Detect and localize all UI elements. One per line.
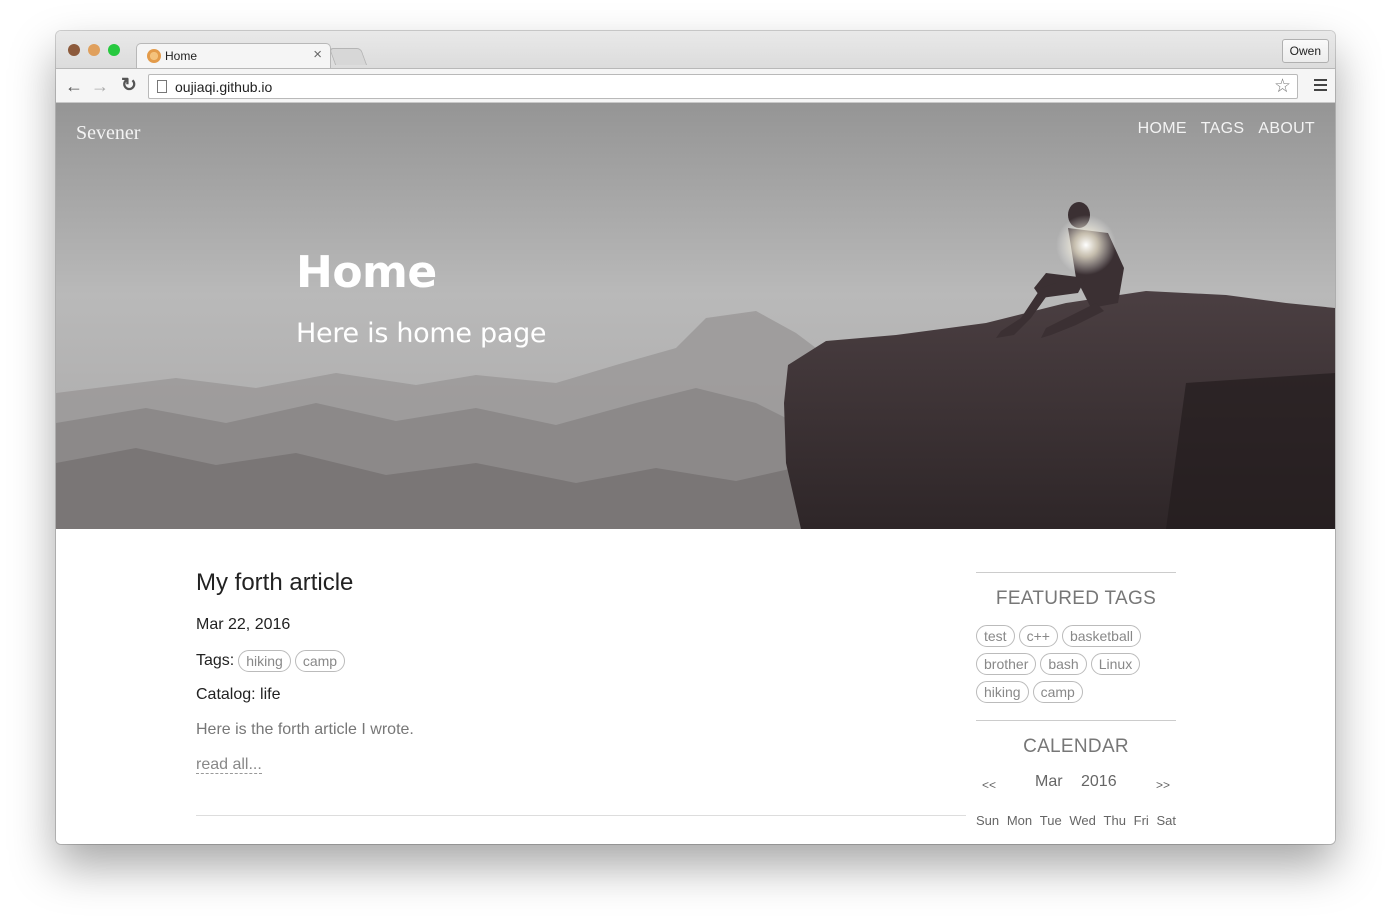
article-divider	[196, 815, 966, 816]
address-bar[interactable]: oujiaqi.github.io ☆	[148, 74, 1298, 99]
nav-link-about[interactable]: ABOUT	[1258, 120, 1315, 138]
featured-tag[interactable]: camp	[1032, 681, 1083, 703]
profile-button[interactable]: Owen	[1281, 39, 1329, 63]
browser-menu-icon[interactable]	[1314, 79, 1327, 92]
featured-tag[interactable]: test	[976, 625, 1015, 647]
hero-subtitle: Here is home page	[296, 318, 547, 349]
tab-title: Home	[165, 49, 198, 63]
calendar-weekdays: Sun Mon Tue Wed Thu Fri Sat	[976, 813, 1176, 828]
calendar-heading: CALENDAR	[1023, 736, 1129, 757]
hero-background-image	[56, 103, 1335, 529]
nav-link-tags[interactable]: TAGS	[1201, 120, 1245, 138]
calendar-month: Mar	[1035, 773, 1063, 790]
weekday-label: Sun	[976, 813, 1000, 828]
page-icon	[157, 80, 167, 93]
featured-tag[interactable]: bash	[1040, 653, 1087, 675]
weekday-label: Mon	[1006, 813, 1033, 828]
forward-arrow-icon[interactable]: →	[90, 76, 110, 96]
browser-tab[interactable]: Home ×	[136, 43, 331, 68]
calendar-prev-button[interactable]: <<	[982, 778, 996, 792]
article-tag[interactable]: camp	[294, 650, 346, 672]
sidebar: FEATURED TAGS test c++ basketball brothe…	[976, 572, 1176, 828]
weekday-label: Sat	[1156, 813, 1176, 828]
featured-tag[interactable]: Linux	[1090, 653, 1141, 675]
article-title[interactable]: My forth article	[196, 569, 966, 597]
featured-tag[interactable]: c++	[1018, 625, 1058, 647]
read-all-link[interactable]: read all...	[196, 756, 262, 774]
featured-tag[interactable]: brother	[976, 653, 1037, 675]
article-tags: Tags: hiking camp	[196, 650, 966, 672]
article-excerpt: Here is the forth article I wrote.	[196, 721, 414, 738]
article-catalog: Catalog: life	[196, 686, 281, 703]
article-preview: My forth article Mar 22, 2016 Tags: hiki…	[196, 569, 966, 774]
calendar-next-button[interactable]: >>	[1156, 778, 1170, 792]
calendar-year: 2016	[1081, 773, 1117, 790]
calendar-header: << Mar 2016 >>	[976, 773, 1176, 801]
hero-title: Home	[296, 247, 437, 298]
minimize-window-button[interactable]	[88, 44, 100, 56]
favicon-icon	[147, 49, 161, 63]
back-arrow-icon[interactable]: ←	[64, 76, 84, 96]
new-tab-button[interactable]	[328, 48, 368, 65]
sidebar-divider	[976, 720, 1176, 721]
bookmark-star-icon[interactable]: ☆	[1274, 75, 1291, 98]
weekday-label: Thu	[1103, 813, 1126, 828]
weekday-label: Wed	[1069, 813, 1096, 828]
site-top-nav: HOME TAGS ABOUT	[1138, 120, 1315, 138]
weekday-label: Tue	[1039, 813, 1062, 828]
nav-link-home[interactable]: HOME	[1138, 120, 1187, 138]
tags-label: Tags:	[196, 652, 235, 669]
featured-tag[interactable]: hiking	[976, 681, 1029, 703]
weekday-label: Fri	[1133, 813, 1149, 828]
url-text[interactable]: oujiaqi.github.io	[175, 79, 272, 95]
sidebar-divider	[976, 572, 1176, 573]
browser-window: Home × Owen ← → ↻ oujiaqi.github.io ☆ Se…	[56, 31, 1335, 844]
tab-bar: Home × Owen	[56, 31, 1335, 68]
featured-tags-list: test c++ basketball brother bash Linux h…	[976, 625, 1176, 703]
browser-toolbar: ← → ↻ oujiaqi.github.io ☆	[56, 68, 1335, 103]
web-page: Sevener HOME TAGS ABOUT Home Here is hom…	[56, 103, 1335, 844]
reload-icon[interactable]: ↻	[119, 76, 139, 96]
maximize-window-button[interactable]	[108, 44, 120, 56]
tab-close-icon[interactable]: ×	[313, 46, 322, 63]
featured-tags-heading: FEATURED TAGS	[995, 588, 1157, 609]
hero-banner: Sevener HOME TAGS ABOUT Home Here is hom…	[56, 103, 1335, 529]
article-date: Mar 22, 2016	[196, 616, 291, 633]
article-tag[interactable]: hiking	[238, 650, 291, 672]
featured-tag[interactable]: basketball	[1061, 625, 1141, 647]
close-window-button[interactable]	[68, 44, 80, 56]
site-brand-logo[interactable]: Sevener	[76, 122, 140, 145]
